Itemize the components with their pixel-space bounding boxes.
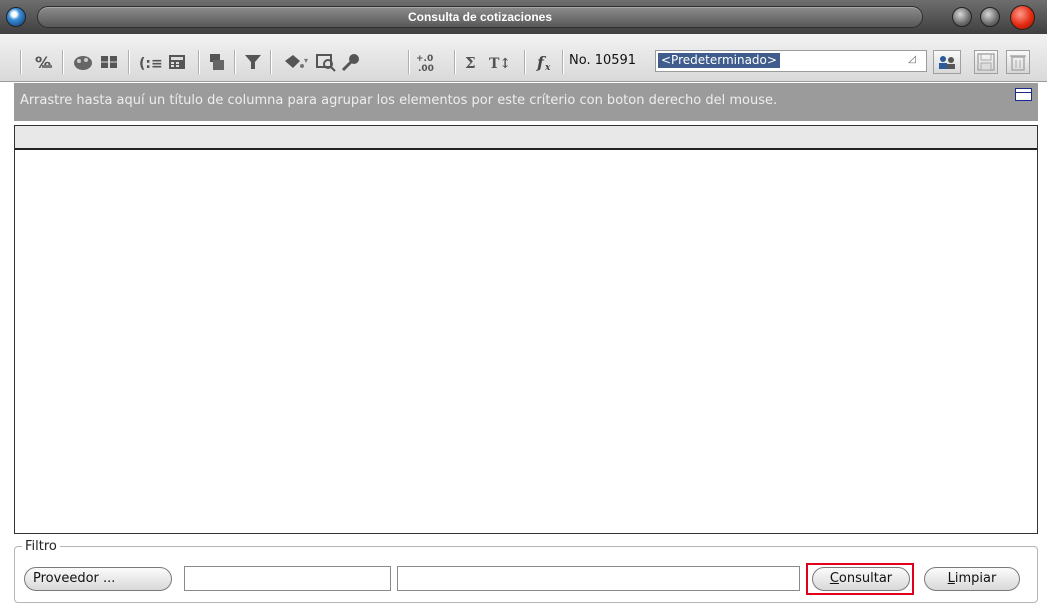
consultar-label: Consultar bbox=[829, 571, 893, 586]
chevron-down-icon: ◿ bbox=[908, 54, 916, 65]
group-by-panel[interactable]: Arrastre hasta aquí un título de columna… bbox=[14, 83, 1038, 121]
window-title: Consulta de cotizaciones bbox=[407, 10, 553, 24]
search-image-icon[interactable] bbox=[314, 51, 336, 73]
proveedor-button[interactable]: Proveedor ... bbox=[24, 567, 172, 591]
limpiar-button[interactable]: Limpiar bbox=[924, 567, 1020, 591]
title-bar: Consulta de cotizaciones bbox=[0, 0, 1047, 34]
sum-icon[interactable]: Σ bbox=[462, 51, 482, 73]
group-by-hint: Arrastre hasta aquí un título de columna… bbox=[20, 93, 778, 108]
toolbar: % (:≡ ▾ +.0.00 Σ T↕ fx No. 10591 <Predet… bbox=[0, 34, 1047, 82]
toolbar-separator bbox=[20, 50, 21, 74]
text-size-icon[interactable]: T↕ bbox=[488, 51, 514, 73]
columns-icon[interactable] bbox=[98, 51, 120, 73]
record-number: No. 10591 bbox=[569, 53, 637, 68]
svg-text:(:≡: (:≡ bbox=[139, 56, 162, 72]
toolbar-separator bbox=[524, 50, 525, 74]
proveedor-code-field[interactable] bbox=[184, 566, 391, 591]
filter-legend: Filtro bbox=[22, 539, 60, 554]
key-icon[interactable] bbox=[340, 51, 362, 73]
svg-text:%: % bbox=[35, 53, 51, 72]
toolbar-separator bbox=[198, 50, 199, 74]
stack-icon[interactable] bbox=[206, 51, 228, 73]
results-grid[interactable] bbox=[14, 125, 1038, 534]
layout-select[interactable]: <Predeterminado> ◿ bbox=[655, 50, 927, 72]
toolbar-separator bbox=[128, 50, 129, 74]
decimal-icon[interactable]: +.0.00 bbox=[414, 51, 440, 74]
toolbar-separator bbox=[234, 50, 235, 74]
layout-select-value: <Predeterminado> bbox=[658, 53, 780, 68]
limpiar-label: Limpiar bbox=[947, 571, 997, 586]
toolbar-separator bbox=[454, 50, 455, 74]
consultar-button[interactable]: Consultar bbox=[812, 567, 910, 591]
svg-text:T↕: T↕ bbox=[489, 56, 511, 72]
toolbar-separator bbox=[270, 50, 271, 74]
indent-list-icon[interactable]: (:≡ bbox=[138, 51, 163, 73]
paint-bucket-icon[interactable]: ▾ bbox=[282, 51, 312, 73]
calculator-icon[interactable] bbox=[166, 51, 188, 73]
toolbar-separator bbox=[562, 50, 563, 74]
svg-text:.00: .00 bbox=[418, 64, 434, 73]
minimize-button[interactable] bbox=[952, 7, 972, 27]
grid-column-header[interactable] bbox=[15, 126, 1037, 150]
svg-text:+.0: +.0 bbox=[416, 54, 433, 64]
filter-icon[interactable] bbox=[242, 51, 264, 73]
svg-text:▾: ▾ bbox=[304, 56, 308, 65]
proveedor-name-field[interactable] bbox=[397, 566, 800, 591]
save-button[interactable] bbox=[974, 50, 998, 74]
palette-icon[interactable] bbox=[72, 51, 94, 73]
title-pill: Consulta de cotizaciones bbox=[37, 6, 923, 28]
toolbar-separator bbox=[408, 50, 409, 74]
svg-text:x: x bbox=[544, 63, 551, 73]
svg-text:Σ: Σ bbox=[465, 54, 476, 72]
maximize-button[interactable] bbox=[980, 7, 1000, 27]
toolbar-separator bbox=[62, 50, 63, 74]
users-button[interactable] bbox=[933, 50, 961, 74]
close-button[interactable] bbox=[1010, 5, 1035, 30]
delete-button[interactable] bbox=[1006, 50, 1030, 74]
app-icon bbox=[6, 7, 26, 27]
function-icon[interactable]: fx bbox=[534, 51, 556, 73]
panel-toggle-icon[interactable] bbox=[1015, 88, 1032, 101]
percent-edit-icon[interactable]: % bbox=[32, 51, 54, 73]
